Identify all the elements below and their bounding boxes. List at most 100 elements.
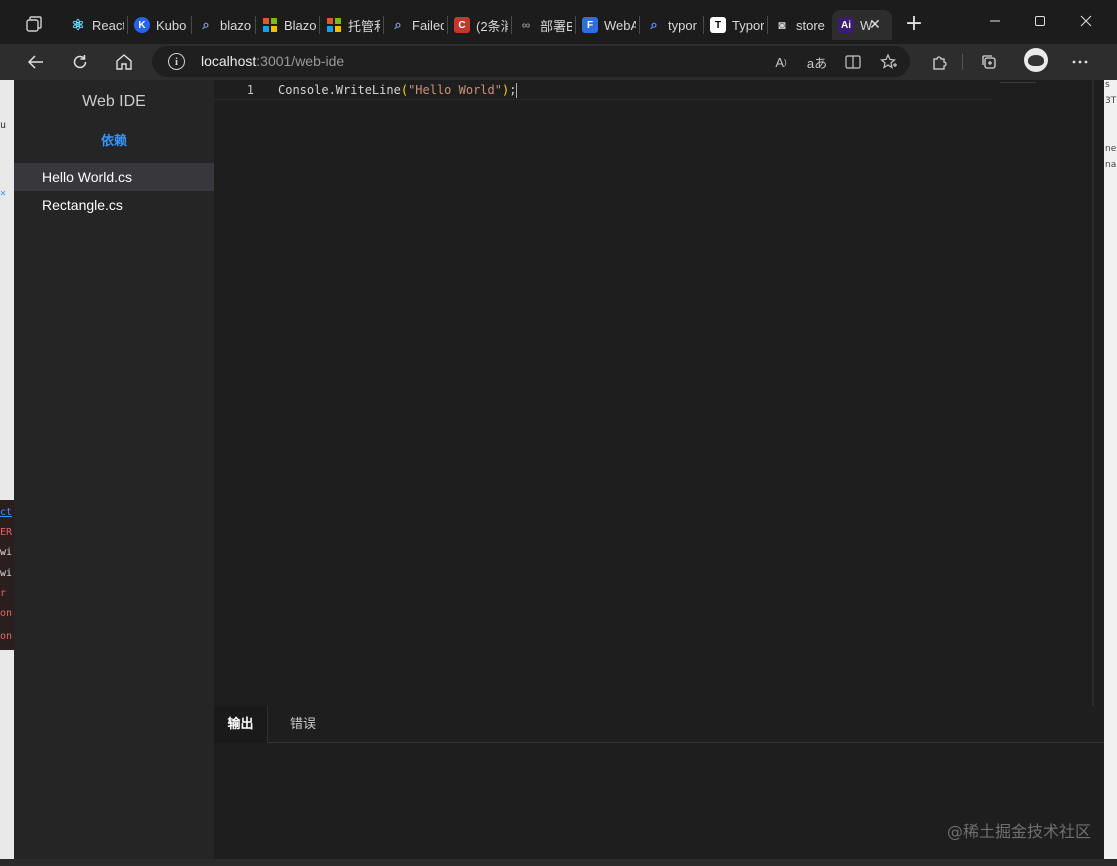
bg-fragment: ER bbox=[0, 527, 13, 538]
toolbar-divider bbox=[962, 54, 963, 70]
tab-strip: ⚛ React K Kubo ⌕ blazo Blazo 托管利 ⌕ Failed C (2条消 ∞ 部署… bbox=[0, 0, 1117, 44]
close-window-button[interactable] bbox=[1066, 8, 1106, 34]
tab-label: Blazo bbox=[284, 17, 316, 33]
back-arrow-icon bbox=[27, 55, 43, 69]
workspaces-button[interactable] bbox=[20, 12, 48, 36]
settings-menu-button[interactable] bbox=[1066, 48, 1094, 76]
browser-tab[interactable]: F WebA bbox=[576, 10, 636, 40]
search-icon: ⌕ bbox=[650, 17, 658, 32]
home-button[interactable] bbox=[110, 48, 138, 76]
puzzle-icon bbox=[933, 56, 947, 70]
new-tab-button[interactable]: + bbox=[903, 13, 925, 35]
more-icon bbox=[1072, 60, 1088, 64]
browser-tab[interactable]: T Typor bbox=[704, 10, 764, 40]
gitee-icon: ∞ bbox=[521, 18, 531, 32]
bg-fragment: 3T bbox=[1105, 96, 1117, 106]
code-paren-open: ( bbox=[400, 83, 409, 97]
bg-fragment: wi bbox=[0, 568, 13, 579]
back-button[interactable] bbox=[22, 48, 50, 76]
dependencies-link[interactable]: 依赖 bbox=[14, 130, 214, 149]
code-line[interactable]: Console.WriteLine("Hello World"); bbox=[278, 83, 518, 98]
bg-fragment: u bbox=[0, 120, 7, 131]
bg-fragment: ct bbox=[0, 507, 13, 518]
browser-tab[interactable]: K Kubo bbox=[128, 10, 188, 40]
line-number: 1 bbox=[246, 83, 254, 97]
browser-tab[interactable]: ⌕ Failed bbox=[384, 10, 444, 40]
maximize-button[interactable] bbox=[1020, 8, 1060, 34]
bg-fragment: on bbox=[0, 631, 13, 642]
address-bar[interactable]: i localhost:3001/web-ide A) aあ bbox=[152, 46, 910, 77]
browser-tab[interactable]: ⚛ React bbox=[64, 10, 124, 40]
url-path: :3001/web-ide bbox=[256, 53, 345, 69]
bg-fragment: on bbox=[0, 608, 13, 619]
code-string: "Hello World" bbox=[408, 83, 502, 97]
tab-output[interactable]: 输出 bbox=[214, 706, 268, 743]
split-screen-icon[interactable] bbox=[842, 51, 864, 73]
maximize-icon bbox=[1035, 16, 1045, 26]
tab-label: React bbox=[92, 17, 124, 33]
close-tab-icon[interactable]: ✕ bbox=[866, 16, 884, 34]
bg-fragment: ne bbox=[1105, 144, 1117, 154]
file-item-rectangle[interactable]: Rectangle.cs bbox=[14, 191, 214, 219]
kuboard-icon: K bbox=[134, 17, 150, 33]
minimize-icon bbox=[990, 20, 1000, 22]
browser-tab[interactable]: C (2条消 bbox=[448, 10, 508, 40]
tab-label: 托管利 bbox=[348, 18, 380, 34]
refresh-button[interactable] bbox=[66, 48, 94, 76]
minimize-button[interactable] bbox=[975, 8, 1015, 34]
csdn-icon: C bbox=[454, 17, 470, 33]
browser-tab[interactable]: ⌕ typor bbox=[640, 10, 700, 40]
site-info-icon[interactable]: i bbox=[168, 53, 185, 70]
workspaces-icon bbox=[26, 16, 42, 32]
panel-tab-bar: 输出 错误 bbox=[214, 706, 1104, 743]
bg-fragment: wi bbox=[0, 547, 13, 558]
watermark: @稀土掘金技术社区 bbox=[946, 822, 1091, 841]
ai-icon: Ai bbox=[838, 17, 854, 33]
browser-toolbar: i localhost:3001/web-ide A) aあ bbox=[0, 44, 1117, 80]
tab-label: Failed bbox=[412, 17, 444, 33]
file-item-hello-world[interactable]: Hello World.cs bbox=[14, 163, 214, 191]
profile-avatar[interactable] bbox=[1024, 48, 1048, 72]
url-text[interactable]: localhost:3001/web-ide bbox=[201, 53, 344, 69]
browser-window: ⚛ React K Kubo ⌕ blazo Blazo 托管利 ⌕ Failed C (2条消 ∞ 部署… bbox=[0, 0, 1117, 866]
url-host: localhost bbox=[201, 53, 257, 69]
tab-label: blazo bbox=[220, 17, 252, 33]
minimap[interactable] bbox=[1000, 82, 1036, 83]
tab-errors[interactable]: 错误 bbox=[278, 706, 328, 743]
code-method: Console.WriteLine bbox=[278, 83, 401, 97]
code-semicolon: ; bbox=[509, 83, 517, 97]
collections-icon bbox=[982, 55, 996, 69]
extensions-button[interactable] bbox=[926, 48, 954, 76]
collections-button[interactable] bbox=[975, 48, 1003, 76]
file-sidebar: Web IDE 依赖 Hello World.cs Rectangle.cs bbox=[14, 80, 214, 859]
window-bottom-edge bbox=[0, 859, 1117, 866]
browser-tab[interactable]: Blazo bbox=[256, 10, 316, 40]
flutter-icon: F bbox=[582, 17, 598, 33]
refresh-icon bbox=[73, 55, 87, 69]
translate-icon[interactable]: aあ bbox=[806, 51, 828, 73]
code-editor[interactable]: 1 Console.WriteLine("Hello World"); bbox=[214, 80, 1094, 706]
tab-label: Kubo bbox=[156, 17, 187, 33]
tab-label: WebA bbox=[604, 17, 636, 33]
tab-label: typor bbox=[668, 17, 697, 33]
browser-tab[interactable]: ∞ 部署B bbox=[512, 10, 572, 40]
typora-icon: T bbox=[710, 17, 726, 33]
search-icon: ⌕ bbox=[202, 17, 210, 32]
tab-label: store bbox=[796, 17, 825, 33]
close-icon bbox=[1080, 15, 1092, 27]
tab-label: (2条消 bbox=[476, 18, 508, 34]
text-cursor bbox=[516, 83, 518, 98]
tab-label: Typor bbox=[732, 17, 764, 33]
add-favorite-icon[interactable] bbox=[878, 51, 900, 73]
bg-fragment: na bbox=[1105, 160, 1117, 170]
microsoft-icon bbox=[262, 17, 278, 33]
editor-scrollbar[interactable] bbox=[1092, 80, 1094, 706]
read-aloud-icon[interactable]: A) bbox=[770, 51, 792, 73]
bg-fragment: s bbox=[1105, 80, 1110, 90]
page-icon: ◙ bbox=[778, 18, 786, 32]
browser-tab[interactable]: 托管利 bbox=[320, 10, 380, 40]
web-ide-page: Web IDE 依赖 Hello World.cs Rectangle.cs 1… bbox=[14, 80, 1104, 859]
ide-title: Web IDE bbox=[82, 93, 146, 110]
browser-tab[interactable]: ◙ store bbox=[768, 10, 828, 40]
browser-tab[interactable]: ⌕ blazo bbox=[192, 10, 252, 40]
